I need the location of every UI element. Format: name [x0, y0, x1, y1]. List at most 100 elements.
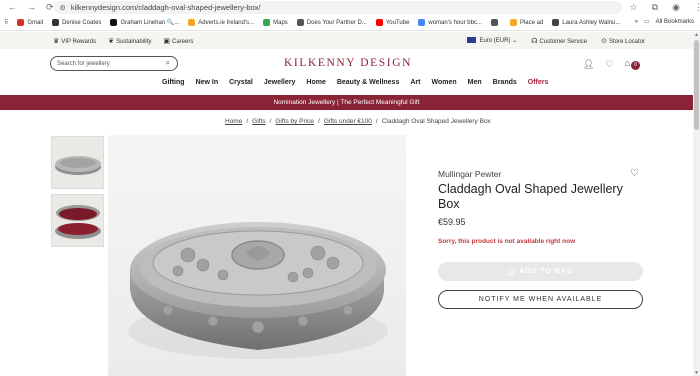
vip-label: VIP Rewards	[61, 38, 97, 45]
customer-service-link[interactable]: ☊ Customer Service	[531, 37, 587, 45]
bookmark-item[interactable]: YouTube	[375, 19, 409, 26]
main-navigation: Gifting New In Crystal Jewellery Home Beauty …	[162, 79, 548, 86]
bookmark-label: Graham Linehan 🔍...	[120, 20, 180, 26]
careers-link[interactable]: ▣ Careers	[163, 37, 193, 45]
store-locator-link[interactable]: ⊙ Store Locator	[601, 37, 645, 45]
eu-flag-icon	[467, 37, 477, 44]
bookmark-label: Laura Ashley Walnu...	[562, 19, 621, 26]
nav-item-brands[interactable]: Brands	[493, 79, 517, 86]
nav-item-women[interactable]: Women	[431, 79, 456, 86]
nav-item-art[interactable]: Art	[410, 79, 420, 86]
cart-button[interactable]: ⌂ 0	[625, 58, 640, 70]
careers-label: Careers	[172, 38, 194, 45]
breadcrumb-link[interactable]: Gifts	[252, 118, 265, 125]
bookmark-item[interactable]: Gmail	[17, 19, 43, 26]
site-info-icon[interactable]: ⚙	[60, 4, 66, 12]
add-to-wishlist-icon[interactable]: ♡	[630, 168, 639, 179]
bookmark-favicon-icon	[490, 19, 498, 26]
breadcrumb-link[interactable]: Home	[225, 118, 242, 125]
breadcrumb-link[interactable]: Gifts by Price	[275, 118, 314, 125]
search-placeholder: Search for jewellery	[57, 60, 110, 67]
nav-item-jewellery[interactable]: Jewellery	[264, 79, 296, 86]
vip-rewards-link[interactable]: ♛ VIP Rewards	[53, 37, 96, 45]
nav-item-gifting[interactable]: Gifting	[162, 79, 185, 86]
url-text: kilkennydesign.com/claddagh-oval-shaped-…	[70, 3, 261, 12]
browser-toolbar: ← → ⟳ ⚙ kilkennydesign.com/claddagh-oval…	[0, 0, 700, 15]
breadcrumb-separator: /	[375, 118, 378, 125]
nav-item-offers[interactable]: Offers	[528, 79, 549, 86]
thumbnail-closed-image	[52, 137, 103, 188]
bookmark-label: Denise Coates	[62, 19, 102, 26]
bookmark-item[interactable]: Adverts.ie Ireland's...	[188, 19, 254, 26]
back-icon[interactable]: ←	[8, 2, 17, 13]
scroll-down-icon[interactable]: ▼	[694, 370, 699, 376]
account-icon[interactable]: 👤︎	[583, 59, 594, 70]
bookmark-favicon-icon	[52, 19, 60, 26]
all-bookmarks-link[interactable]: All Bookmarks	[656, 19, 694, 25]
extensions-icon[interactable]: ⧉	[652, 2, 658, 13]
sustainability-link[interactable]: ❦ Sustainability	[108, 37, 151, 45]
utility-bar: ♛ VIP Rewards ❦ Sustainability ▣ Careers Eu…	[0, 32, 693, 49]
currency-selector[interactable]: Euro (EUR) ⌄	[467, 37, 517, 44]
bookmark-favicon-icon	[509, 19, 517, 26]
bookmark-item[interactable]: Denise Coates	[52, 19, 101, 26]
bookmark-label: Maps	[273, 19, 288, 26]
bag-icon: ⌂	[624, 58, 630, 68]
product-price: €59.95	[438, 217, 466, 227]
add-to-bag-button[interactable]: ▢ ADD TO BAG	[438, 262, 643, 281]
bookmark-star-icon[interactable]: ☆	[630, 2, 638, 13]
bookmark-label: woman's hour bbc...	[428, 19, 482, 26]
bookmark-favicon-icon	[188, 19, 196, 26]
breadcrumb-link[interactable]: Gifts under €100	[324, 118, 372, 125]
location-pin-icon: ⊙	[601, 37, 607, 45]
add-to-bag-label: ADD TO BAG	[519, 268, 574, 275]
bookmark-item[interactable]: Place ad	[509, 19, 543, 26]
promo-banner[interactable]: Nomination Jewellery | The Perfect Meani…	[0, 95, 693, 110]
bookmark-favicon-icon	[17, 19, 25, 26]
bookmark-item[interactable]: Does Your Partner D...	[296, 19, 367, 26]
bookmark-favicon-icon	[418, 19, 426, 26]
scrollbar-thumb[interactable]	[694, 40, 699, 130]
wishlist-icon[interactable]: ♡	[605, 59, 613, 70]
bookmark-favicon-icon	[110, 19, 118, 26]
page-scrollbar[interactable]: ▲ ▼	[693, 32, 700, 376]
product-brand[interactable]: Mullingar Pewter	[438, 169, 501, 179]
notify-label: NOTIFY ME WHEN AVAILABLE	[478, 296, 603, 303]
jewellery-box-image	[108, 135, 406, 376]
menu-icon[interactable]: ⋮	[694, 2, 700, 13]
reload-icon[interactable]: ⟳	[46, 2, 54, 13]
nav-item-home[interactable]: Home	[306, 79, 325, 86]
briefcase-icon: ▣	[163, 37, 171, 45]
cart-count-badge: 0	[631, 61, 640, 70]
scroll-up-icon[interactable]: ▲	[694, 32, 699, 38]
bookmarks-right: » ▭ All Bookmarks	[635, 18, 694, 26]
bookmark-item[interactable]: Laura Ashley Walnu...	[552, 19, 620, 26]
site-logo[interactable]: KILKENNY DESIGN	[284, 57, 412, 69]
nav-item-men[interactable]: Men	[468, 79, 482, 86]
forward-icon[interactable]: →	[27, 2, 36, 13]
apps-icon[interactable]: ⠿	[4, 19, 8, 26]
bookmarks-bar: ⠿ Gmail Denise Coates Graham Linehan 🔍... A…	[0, 15, 700, 31]
breadcrumb-separator: /	[269, 118, 272, 125]
notify-when-available-button[interactable]: NOTIFY ME WHEN AVAILABLE	[438, 290, 643, 309]
store-locator-label: Store Locator	[608, 38, 645, 45]
bookmark-item[interactable]	[490, 19, 501, 26]
nav-item-crystal[interactable]: Crystal	[229, 79, 253, 86]
bookmark-label: Gmail	[27, 19, 44, 26]
profile-icon[interactable]: ◉	[672, 2, 680, 13]
product-main-image[interactable]	[108, 135, 406, 376]
address-bar[interactable]: ⚙ kilkennydesign.com/claddagh-oval-shape…	[53, 1, 622, 14]
search-input[interactable]: Search for jewellery ⌕	[50, 56, 178, 71]
header-icons: 👤︎ ♡ ⌂ 0	[583, 58, 640, 70]
sustainability-label: Sustainability	[116, 38, 152, 45]
nav-item-beauty-wellness[interactable]: Beauty & Wellness	[337, 79, 400, 86]
bookmark-item[interactable]: Graham Linehan 🔍...	[110, 19, 179, 26]
search-icon[interactable]: ⌕	[166, 58, 170, 68]
nav-item-new-in[interactable]: New In	[196, 79, 219, 86]
product-thumbnail-closed[interactable]	[51, 136, 104, 189]
bookmark-item[interactable]: Maps	[263, 19, 288, 26]
product-thumbnail-open[interactable]	[51, 194, 104, 247]
more-bookmarks-icon[interactable]: »	[635, 19, 638, 25]
bookmark-favicon-icon	[296, 19, 304, 26]
bookmark-item[interactable]: woman's hour bbc...	[418, 19, 482, 26]
